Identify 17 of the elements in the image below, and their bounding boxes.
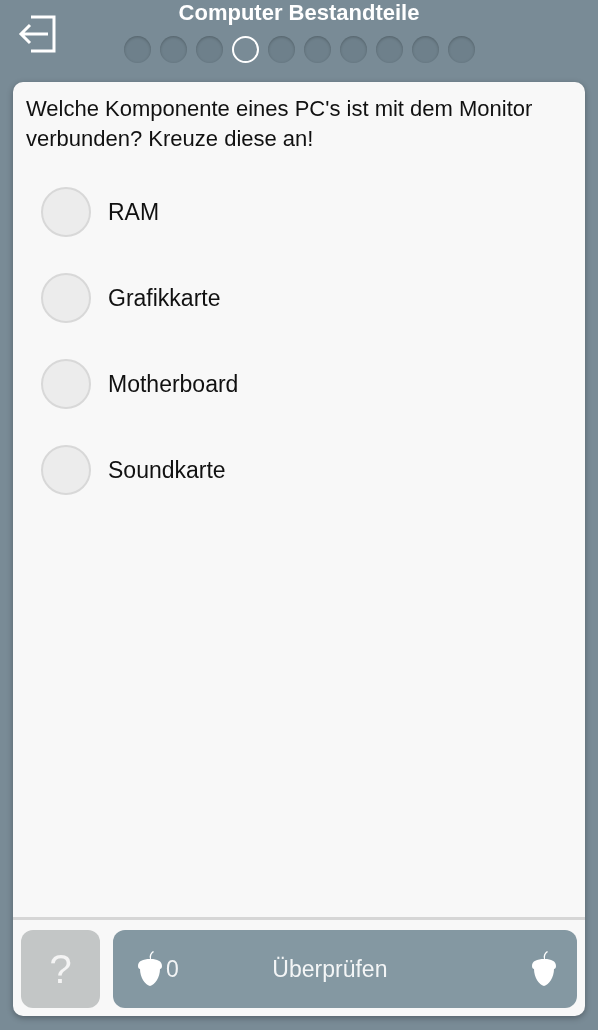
quiz-title: Computer Bestandteile xyxy=(178,0,420,26)
option-label: Motherboard xyxy=(108,369,239,399)
exit-button[interactable] xyxy=(17,14,57,54)
acorn-count: 0 xyxy=(166,954,179,984)
acorn-icon xyxy=(137,951,163,987)
option-label: Grafikkarte xyxy=(108,283,221,313)
option-label: RAM xyxy=(108,197,160,227)
help-button[interactable]: ? xyxy=(21,930,100,1008)
question-text: Welche Komponente eines PC's ist mit dem Monitor verbunden? Kreuze diese an! xyxy=(26,95,534,153)
option-label: Soundkarte xyxy=(108,455,226,485)
radio-button[interactable] xyxy=(41,359,91,409)
radio-button[interactable] xyxy=(41,445,91,495)
acorn-icon xyxy=(531,951,557,987)
radio-button[interactable] xyxy=(41,187,91,237)
radio-button[interactable] xyxy=(41,273,91,323)
exit-icon xyxy=(17,14,57,54)
check-button[interactable]: 0 Überprüfen xyxy=(113,930,577,1008)
